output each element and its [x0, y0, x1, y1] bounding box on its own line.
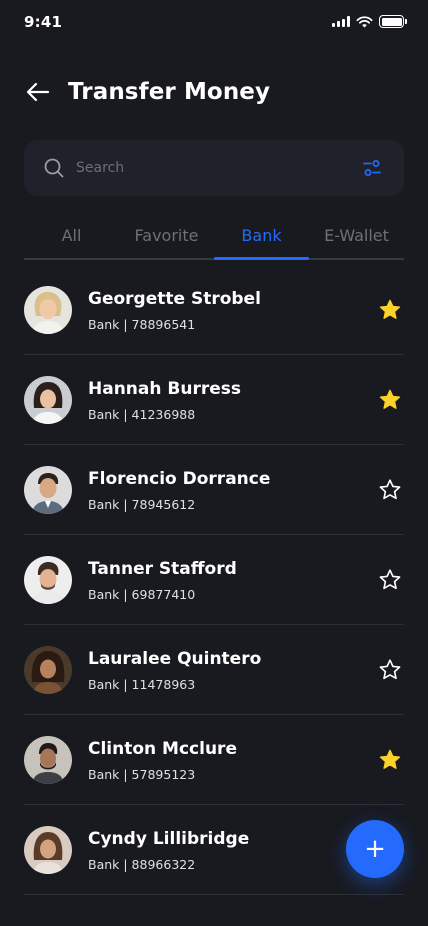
- back-button[interactable]: [24, 78, 52, 106]
- contact-detail: Bank | 69877410: [88, 586, 196, 602]
- search-bar: [24, 140, 404, 196]
- contact-list: Georgette Strobel Bank | 78896541 Hannah…: [24, 265, 404, 895]
- status-bar: 9:41: [0, 0, 428, 44]
- avatar: [24, 555, 72, 604]
- filter-button[interactable]: [360, 156, 384, 180]
- battery-icon: [379, 15, 407, 28]
- contact-row[interactable]: Florencio Dorrance Bank | 78945612: [24, 445, 404, 535]
- contact-info: Lauralee Quintero Bank | 11478963: [88, 648, 404, 692]
- contact-info: Tanner Stafford Bank | 69877410: [88, 558, 404, 602]
- tab-all[interactable]: All: [24, 212, 119, 258]
- contact-row[interactable]: Tanner Stafford Bank | 69877410: [24, 535, 404, 625]
- star-filled-icon[interactable]: [378, 388, 402, 412]
- avatar: [24, 465, 72, 514]
- contact-detail: Bank | 78896541: [88, 316, 196, 332]
- avatar: [24, 645, 72, 694]
- star-filled-icon[interactable]: [378, 748, 402, 772]
- header: Transfer Money: [24, 72, 404, 112]
- tab-bar: All Favorite Bank E-Wallet: [24, 212, 404, 260]
- contact-info: Georgette Strobel Bank | 78896541: [88, 288, 404, 332]
- avatar: [24, 825, 72, 874]
- star-outline-icon[interactable]: [378, 658, 402, 682]
- tab-bank[interactable]: Bank: [214, 212, 309, 260]
- page-title: Transfer Money: [68, 79, 271, 105]
- cellular-signal-icon: [332, 16, 350, 27]
- contact-detail: Bank | 41236988: [88, 406, 196, 422]
- star-filled-icon[interactable]: [378, 298, 402, 322]
- contact-detail: Bank | 11478963: [88, 676, 196, 692]
- contact-info: Clinton Mcclure Bank | 57895123: [88, 738, 404, 782]
- status-time: 9:41: [24, 13, 63, 31]
- contact-row[interactable]: Clinton Mcclure Bank | 57895123: [24, 715, 404, 805]
- contact-detail: Bank | 78945612: [88, 496, 196, 512]
- tab-e-wallet[interactable]: E-Wallet: [309, 212, 404, 258]
- contact-name: Georgette Strobel: [88, 288, 261, 309]
- add-contact-button[interactable]: +: [346, 820, 404, 878]
- contact-row[interactable]: Hannah Burress Bank | 41236988: [24, 355, 404, 445]
- search-input[interactable]: [76, 160, 360, 176]
- plus-icon: +: [364, 834, 386, 864]
- avatar: [24, 285, 72, 334]
- star-outline-icon[interactable]: [378, 478, 402, 502]
- status-icons: [332, 15, 407, 28]
- contact-info: Florencio Dorrance Bank | 78945612: [88, 468, 404, 512]
- avatar: [24, 375, 72, 424]
- contact-row[interactable]: Lauralee Quintero Bank | 11478963: [24, 625, 404, 715]
- contact-name: Tanner Stafford: [88, 558, 237, 579]
- contact-name: Clinton Mcclure: [88, 738, 237, 759]
- contact-name: Florencio Dorrance: [88, 468, 271, 489]
- contact-detail: Bank | 57895123: [88, 766, 196, 782]
- arrow-left-icon: [26, 82, 50, 102]
- contact-row[interactable]: Georgette Strobel Bank | 78896541: [24, 265, 404, 355]
- wifi-icon: [356, 15, 373, 27]
- avatar: [24, 735, 72, 784]
- contact-info: Hannah Burress Bank | 41236988: [88, 378, 404, 422]
- tab-favorite[interactable]: Favorite: [119, 212, 214, 258]
- search-icon: [44, 158, 64, 178]
- filter-icon: [363, 160, 381, 176]
- contact-name: Hannah Burress: [88, 378, 241, 399]
- contact-name: Lauralee Quintero: [88, 648, 262, 669]
- star-outline-icon[interactable]: [378, 568, 402, 592]
